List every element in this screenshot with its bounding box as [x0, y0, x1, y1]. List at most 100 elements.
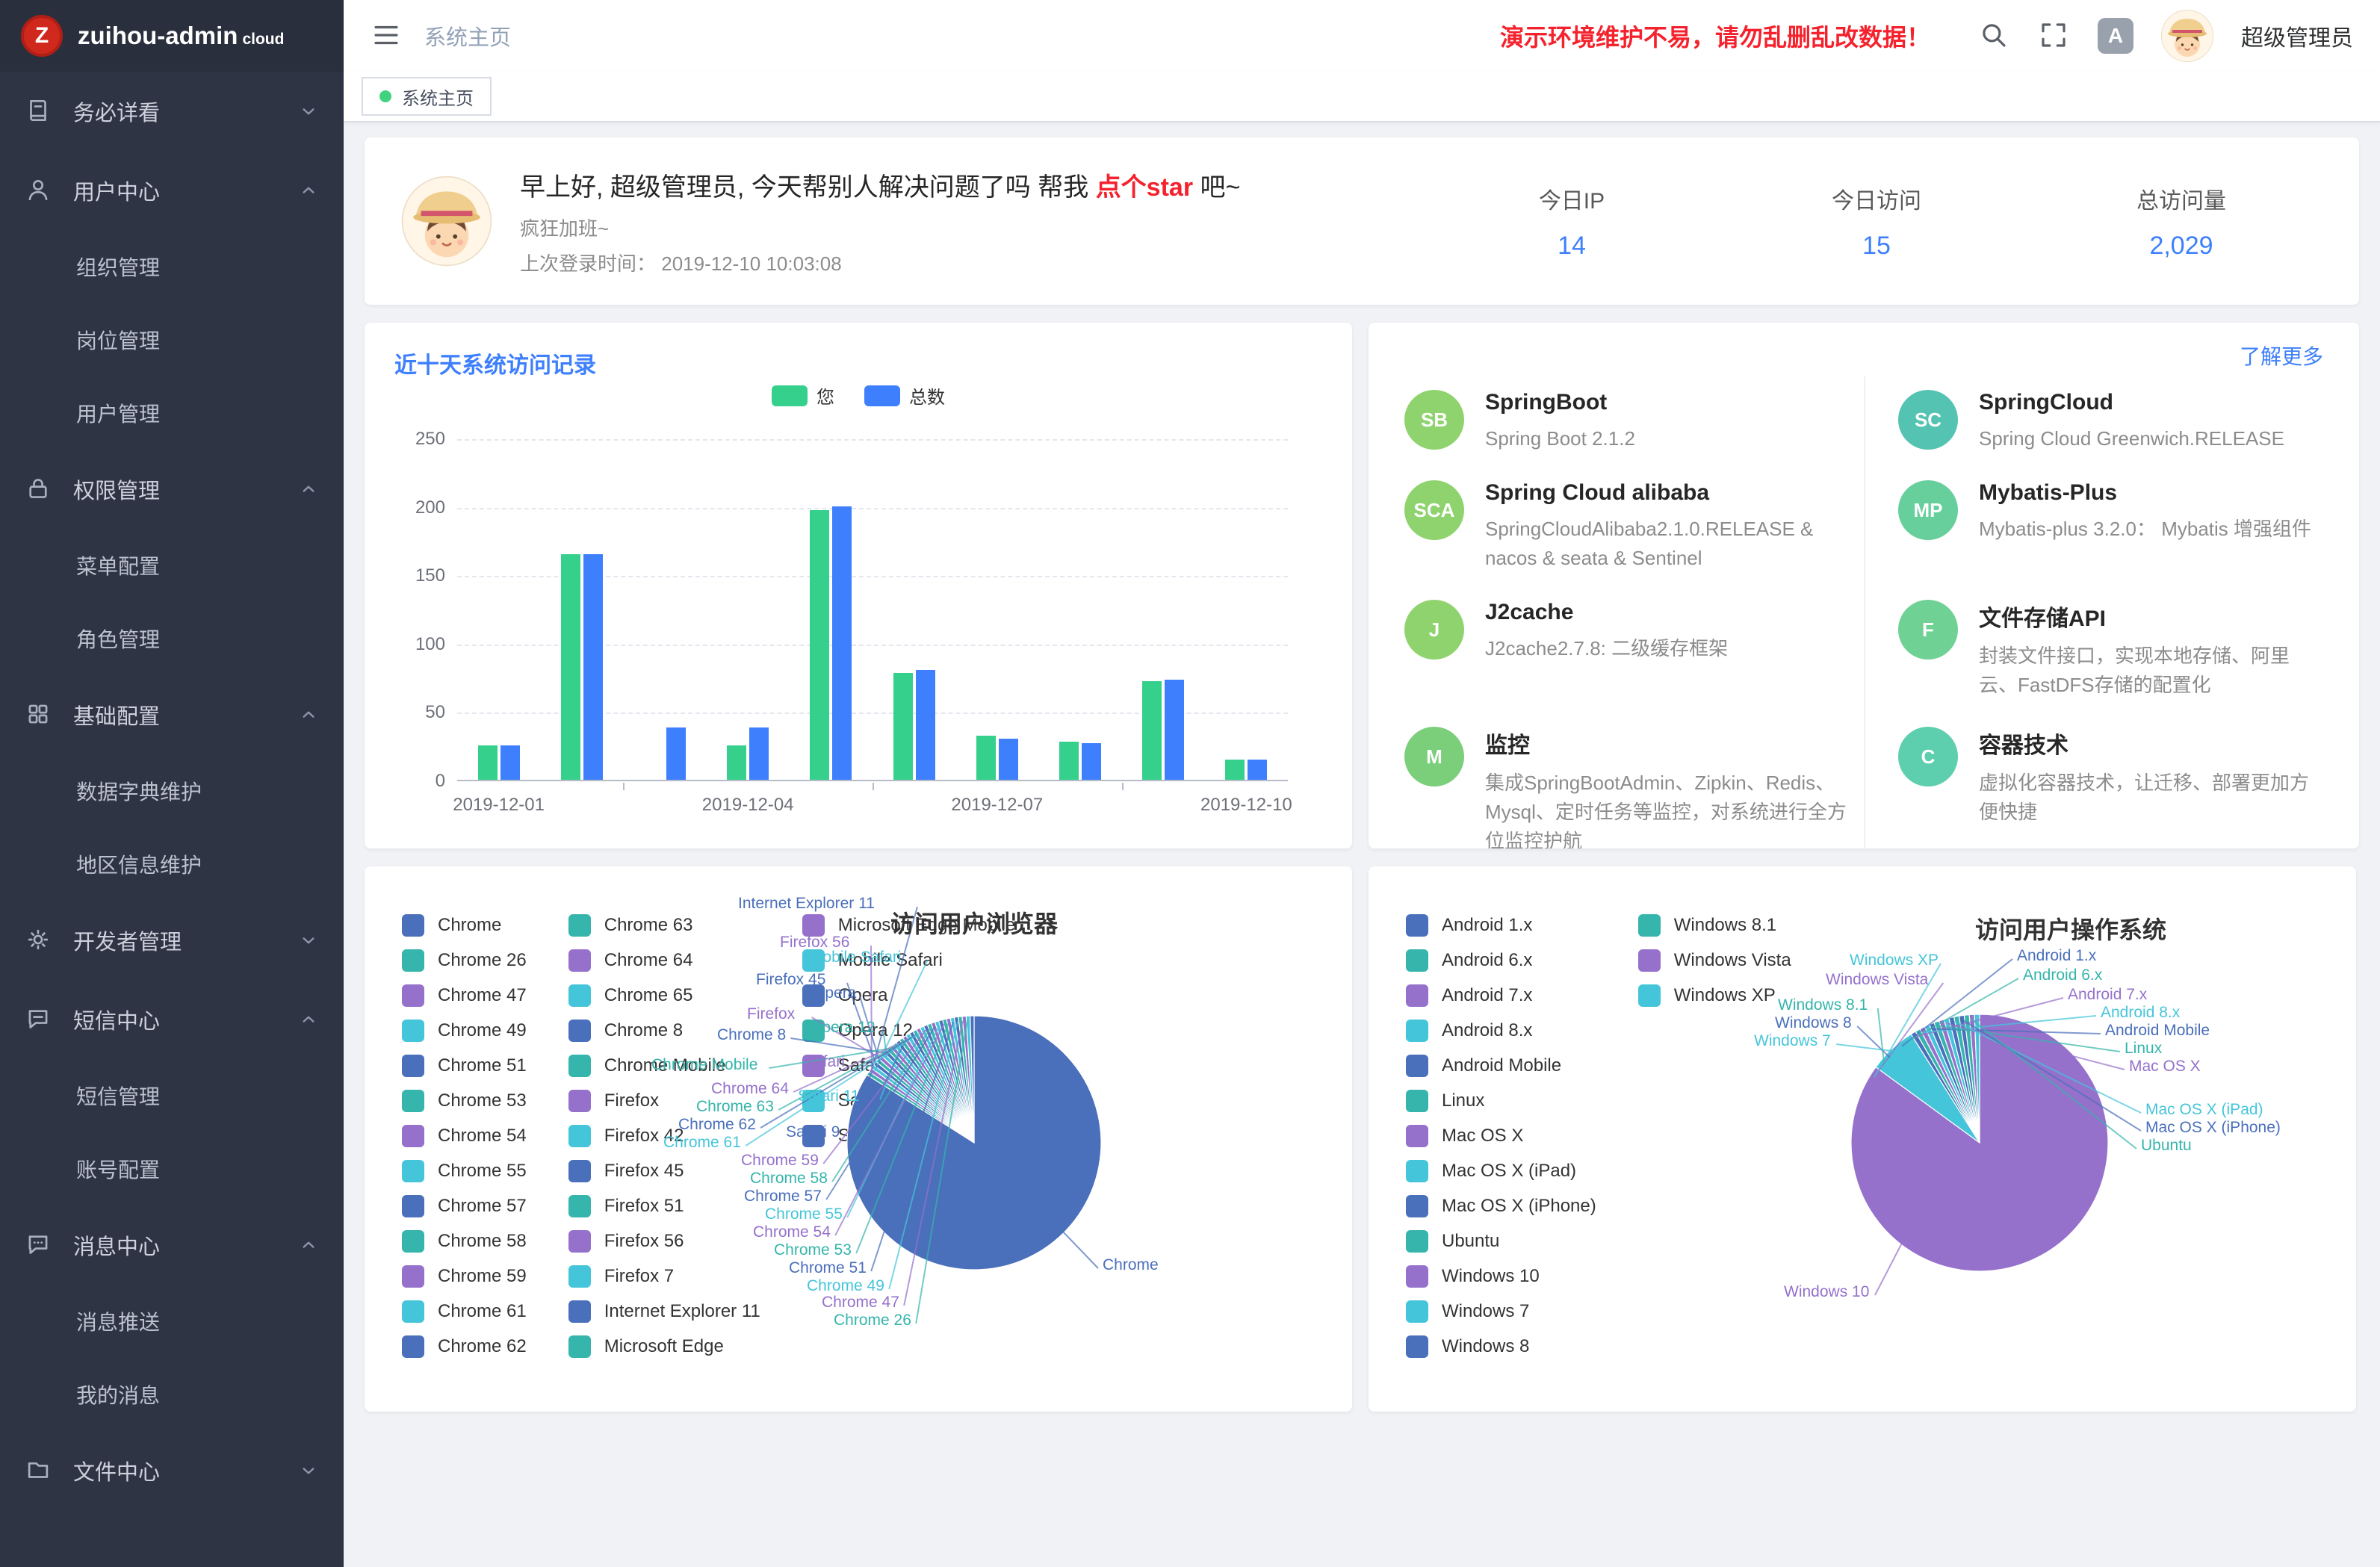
sidebar-subitem[interactable]: 菜单配置: [0, 529, 344, 602]
main-column: 系统主页 演示环境维护不易，请勿乱删乱改数据！ A 超级管理员 系统主页: [344, 0, 2380, 1567]
axis-tick-mark: [623, 783, 625, 790]
gridline: [457, 508, 1288, 509]
star-link[interactable]: 点个star: [1096, 173, 1193, 202]
stat-value: 14: [1430, 232, 1714, 261]
sidebar-subitem[interactable]: 角色管理: [0, 602, 344, 675]
breadcrumb[interactable]: 系统主页: [424, 20, 511, 52]
y-axis-tick: 100: [379, 634, 445, 655]
bar: [810, 510, 829, 780]
stat-label: 今日IP: [1430, 182, 1714, 215]
callout-line: [1857, 1026, 1889, 1058]
sidebar-subitem[interactable]: 用户管理: [0, 376, 344, 450]
legend-swatch: [864, 385, 900, 406]
stat-item: 总访问量2,029: [2039, 182, 2323, 261]
sidebar-collapse-icon[interactable]: [371, 19, 403, 52]
pie-callout-label: Chrome 57: [744, 1188, 822, 1205]
pie-callout-label: Firefox: [747, 1005, 795, 1023]
sidebar-subitem[interactable]: 账号配置: [0, 1132, 344, 1205]
tech-card-header: 了解更多: [1404, 341, 2323, 370]
sidebar-item[interactable]: 务必详看: [0, 72, 344, 151]
tech-title: 文件存储API: [1979, 600, 2323, 633]
sidebar-item[interactable]: 短信中心: [0, 980, 344, 1059]
bar: [832, 506, 852, 780]
gridline: [457, 439, 1288, 441]
tech-badge: SB: [1404, 390, 1464, 450]
sidebar-item[interactable]: 消息中心: [0, 1205, 344, 1285]
pie-callout-label: Chrome 53: [774, 1241, 852, 1259]
bar-group: [478, 745, 520, 780]
pie-callout-label: Windows XP: [1850, 952, 1939, 969]
pie-callout-label: Android 1.x: [2017, 947, 2096, 965]
bar: [916, 670, 935, 780]
bar-group: [1225, 760, 1267, 780]
bar: [1142, 681, 1162, 780]
charts-row: 近十天系统访问记录 您总数 0501001502002502019-12-012…: [365, 323, 2359, 848]
page-content: 早上好, 超级管理员, 今天帮别人解决问题了吗 帮我 点个star 吧~ 疯狂加…: [344, 122, 2380, 1567]
pie-callout-label: Android 7.x: [2068, 986, 2147, 1004]
sidebar-item-label: 开发者管理: [73, 925, 182, 956]
chart-title: 访问用户操作系统: [1906, 911, 2235, 946]
y-axis-tick: 250: [379, 429, 445, 450]
logo-icon: Z: [21, 15, 63, 57]
last-login-value: 2019-12-10 10:03:08: [661, 252, 841, 275]
username[interactable]: 超级管理员: [2241, 19, 2353, 52]
bar-group: [893, 670, 935, 780]
sidebar-subitem[interactable]: 我的消息: [0, 1358, 344, 1431]
os-pie-card: 访问用户操作系统 Android 1.xAndroid 6.xAndroid 7…: [1369, 866, 2356, 1412]
chevron-up-icon: [297, 1008, 320, 1031]
callout-line: [1875, 1241, 1903, 1295]
sidebar-item-label: 用户中心: [73, 175, 160, 206]
sidebar-subitem[interactable]: 地区信息维护: [0, 828, 344, 901]
pie-callout-label: Opera: [813, 984, 856, 1002]
pie-callout-label: Chrome 51: [789, 1259, 867, 1277]
greeting-text: 早上好, 超级管理员, 今天帮别人解决问题了吗 帮我 点个star 吧~ 疯狂加…: [520, 167, 1240, 276]
tech-item: J J2cacheJ2cache2.7.8: 二级缓存框架: [1404, 586, 1864, 713]
user-avatar[interactable]: [2160, 9, 2214, 63]
sidebar-item[interactable]: 文件中心: [0, 1431, 344, 1510]
legend-item[interactable]: 总数: [864, 382, 945, 409]
greeting-message: 早上好, 超级管理员, 今天帮别人解决问题了吗 帮我 点个star 吧~: [520, 167, 1240, 203]
sidebar-subitem[interactable]: 消息推送: [0, 1285, 344, 1358]
pie-callout-label: Mac OS X: [2129, 1058, 2201, 1076]
sidebar-subitem[interactable]: 数据字典维护: [0, 754, 344, 828]
sidebar-subitem[interactable]: 岗位管理: [0, 303, 344, 376]
tech-item: C容器技术虚拟化容器技术，让迁移、部署更加方便快捷: [1864, 713, 2323, 848]
bar: [1248, 760, 1267, 780]
sidebar-item[interactable]: 开发者管理: [0, 901, 344, 980]
pie-callout-label: Android Mobile: [2105, 1022, 2210, 1040]
sidebar-subitem[interactable]: 短信管理: [0, 1059, 344, 1132]
last-login: 上次登录时间： 2019-12-10 10:03:08: [520, 249, 1240, 276]
stat-label: 总访问量: [2039, 182, 2323, 215]
tech-item: SCASpring Cloud alibabaSpringCloudAlibab…: [1404, 467, 1864, 586]
tech-item: SBSpringBootSpring Boot 2.1.2: [1404, 376, 1864, 467]
sidebar-item[interactable]: 基础配置: [0, 675, 344, 754]
search-icon[interactable]: [1978, 19, 2011, 52]
stat-value: 15: [1735, 232, 2018, 261]
x-axis-tick: 2019-12-10: [1177, 795, 1315, 816]
tech-title: Spring Cloud alibaba: [1485, 480, 1856, 506]
tech-title: SpringBoot: [1485, 390, 1635, 415]
tech-badge: J: [1404, 600, 1464, 660]
pie-callout-label: Chrome 62: [678, 1116, 756, 1134]
tab-home[interactable]: 系统主页: [362, 77, 492, 116]
learn-more-link[interactable]: 了解更多: [2240, 341, 2323, 370]
chevron-up-icon: [297, 1234, 320, 1256]
chevron-down-icon: [297, 100, 320, 122]
pie-callout-label: Chrome 55: [765, 1205, 843, 1223]
pie-callout-label: Windows 8: [1775, 1014, 1852, 1032]
font-size-icon[interactable]: A: [2098, 18, 2133, 54]
pie-callout-label: Chrome 63: [696, 1098, 774, 1116]
app-logo[interactable]: Z zuihou-admincloud: [0, 0, 344, 72]
avatar-illustration: [400, 175, 493, 267]
tech-info: J2cacheJ2cache2.7.8: 二级缓存框架: [1485, 600, 1728, 663]
sidebar-item[interactable]: 权限管理: [0, 450, 344, 529]
pie-callout-label: Windows Vista: [1826, 971, 1928, 989]
sidebar-item[interactable]: 用户中心: [0, 151, 344, 230]
axis-tick-mark: [1122, 783, 1124, 790]
fullscreen-icon[interactable]: [2038, 19, 2071, 52]
tech-info: Spring Cloud alibabaSpringCloudAlibaba2.…: [1485, 480, 1856, 573]
legend-item[interactable]: 您: [772, 382, 834, 409]
tech-info: 监控集成SpringBootAdmin、Zipkin、Redis、Mysql、定…: [1485, 727, 1856, 848]
sidebar-subitem[interactable]: 组织管理: [0, 230, 344, 303]
stats-row: 今日IP14今日访问15总访问量2,029: [1409, 182, 2323, 261]
